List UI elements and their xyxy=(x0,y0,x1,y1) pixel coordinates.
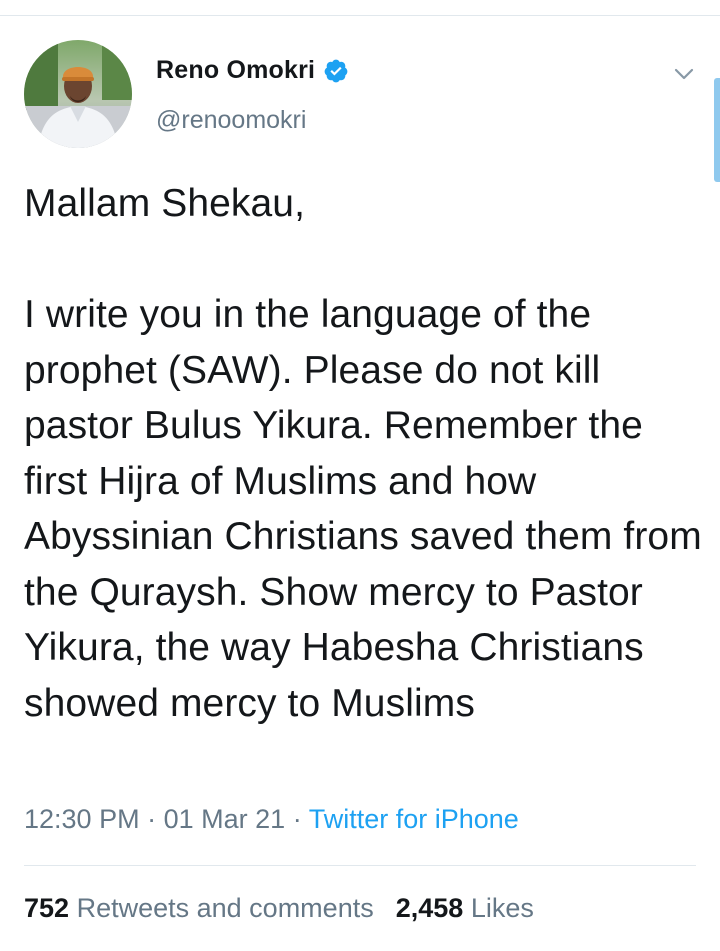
tweet-stats: 752 Retweets and comments 2,458 Likes xyxy=(24,893,534,924)
meta-separator: · xyxy=(147,804,157,834)
meta-separator: · xyxy=(292,804,302,834)
likes-label: Likes xyxy=(470,893,534,923)
top-divider xyxy=(0,15,720,16)
author-handle[interactable]: @renoomokri xyxy=(156,106,306,135)
author-name-row[interactable]: Reno Omokri xyxy=(156,56,349,85)
verified-badge-icon xyxy=(323,58,349,84)
retweets-stat[interactable]: 752 Retweets and comments xyxy=(24,893,374,923)
retweets-count: 752 xyxy=(24,893,70,923)
avatar-image xyxy=(24,40,132,148)
retweets-label: Retweets and comments xyxy=(76,893,374,923)
avatar[interactable] xyxy=(24,40,132,148)
tweet-date[interactable]: 01 Mar 21 xyxy=(164,804,286,834)
tweet-time[interactable]: 12:30 PM xyxy=(24,804,140,834)
scrollbar[interactable] xyxy=(714,78,720,182)
tweet-meta: 12:30 PM · 01 Mar 21 · Twitter for iPhon… xyxy=(24,804,519,835)
tweet-source-link[interactable]: Twitter for iPhone xyxy=(309,804,519,834)
likes-count: 2,458 xyxy=(395,893,464,923)
author-display-name[interactable]: Reno Omokri xyxy=(156,56,315,85)
tweet-header: Reno Omokri @renoomokri xyxy=(24,40,704,150)
tweet-body: Mallam Shekau, I write you in the langua… xyxy=(24,182,702,725)
chevron-down-icon[interactable] xyxy=(672,62,696,86)
stats-divider xyxy=(24,865,696,866)
likes-stat[interactable]: 2,458 Likes xyxy=(396,893,534,923)
